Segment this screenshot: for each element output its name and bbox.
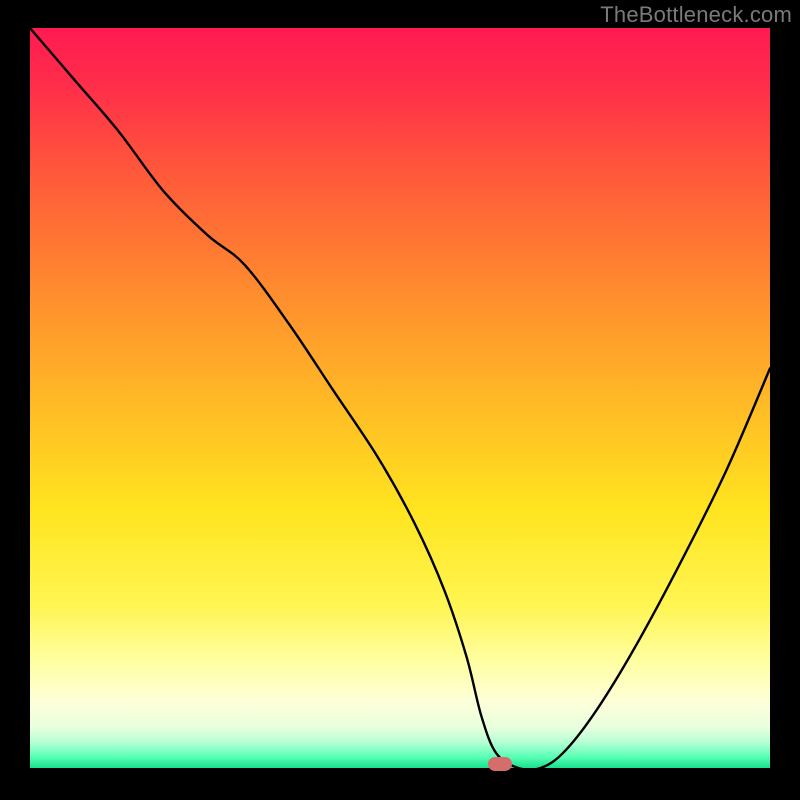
chart-plot-area <box>30 28 770 768</box>
chart-svg <box>30 28 770 768</box>
chart-background <box>30 28 770 768</box>
optimal-point-marker <box>488 757 512 771</box>
watermark-text: TheBottleneck.com <box>600 2 792 28</box>
